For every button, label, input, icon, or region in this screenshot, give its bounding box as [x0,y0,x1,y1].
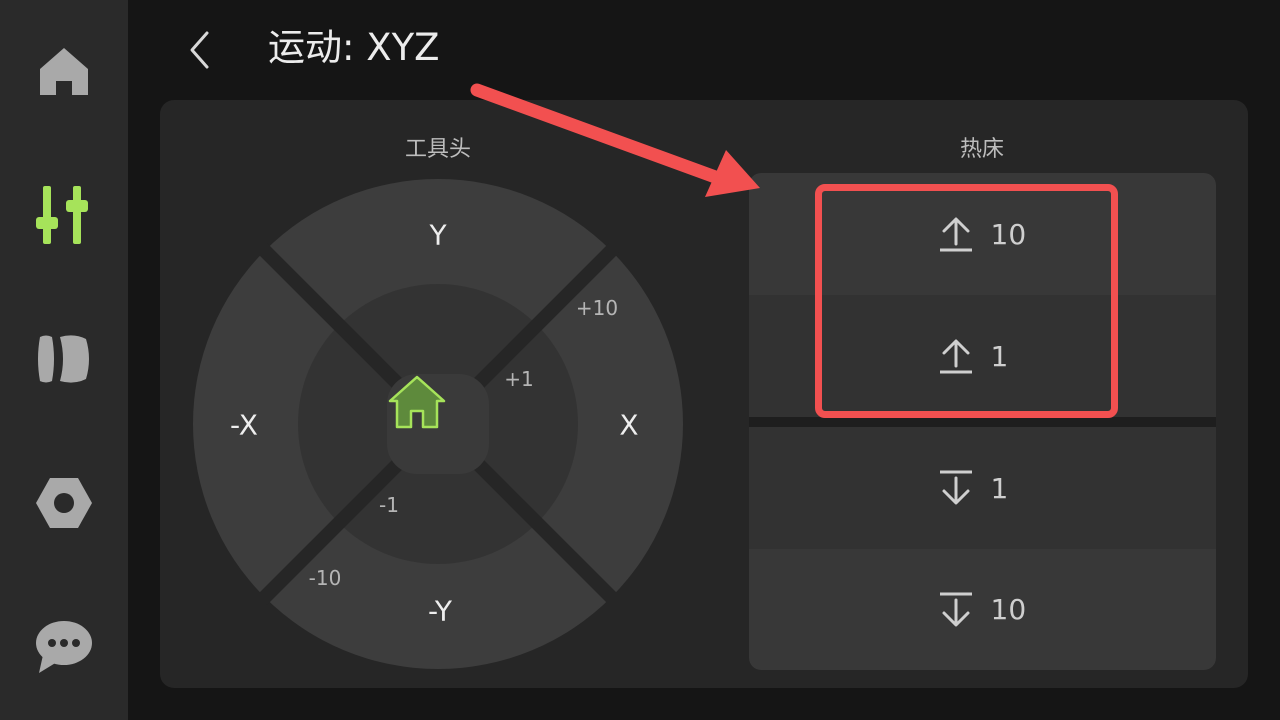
annotation-arrow [470,83,760,197]
